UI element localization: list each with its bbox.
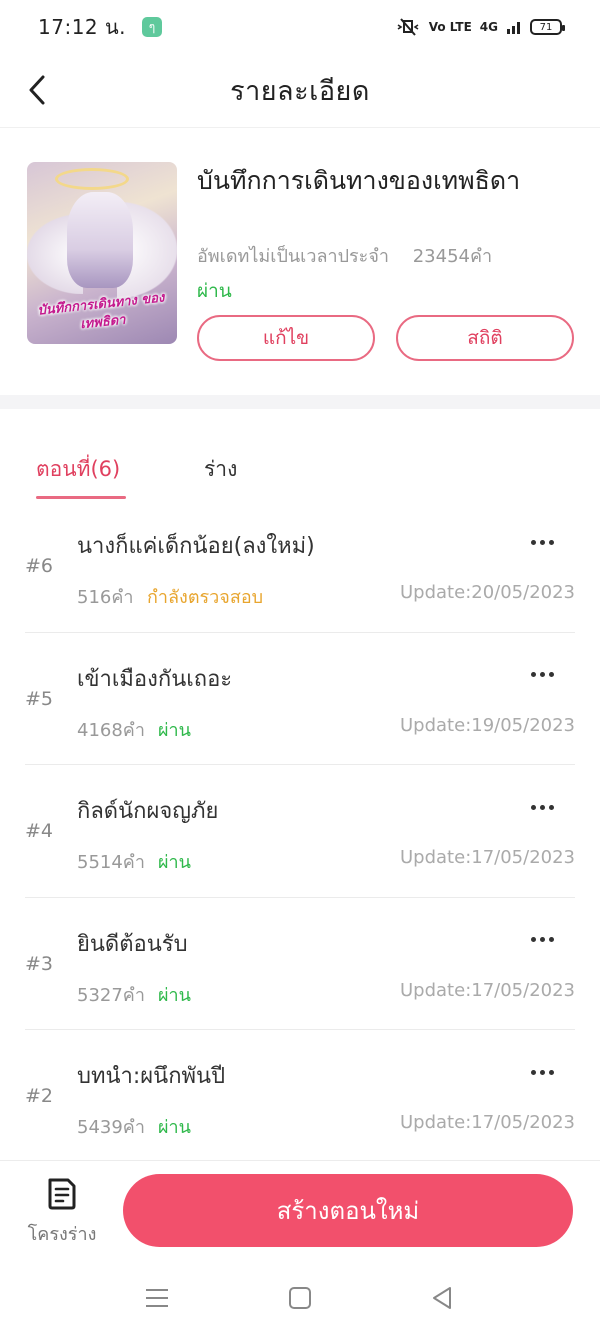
more-options-icon[interactable]: [527, 530, 557, 554]
chapter-number: #6: [25, 555, 54, 577]
section-divider: [0, 395, 600, 409]
chevron-left-icon: [29, 75, 45, 105]
list-item[interactable]: #2 บทนำ:ผนึกพันปี 5439คำ ผ่าน Update:17/…: [25, 1030, 575, 1163]
tab-chapters[interactable]: ตอนที่(6): [36, 453, 120, 486]
document-icon: [48, 1178, 76, 1210]
update-schedule: อัพเดทไม่เป็นเวลาประจำ: [197, 246, 389, 267]
outline-button[interactable]: โครงร่าง: [26, 1177, 98, 1251]
list-item[interactable]: #6 นางก็แค่เด็กน้อย(ลงใหม่) 516คำ กำลังต…: [25, 500, 575, 633]
chapter-title: ยินดีต้อนรับ: [77, 931, 188, 957]
chapter-update-date: Update:20/05/2023: [400, 582, 575, 603]
outline-label: โครงร่าง: [27, 1224, 97, 1245]
list-item[interactable]: #4 กิลด์นักผจญภัย 5514คำ ผ่าน Update:17/…: [25, 765, 575, 898]
chapter-word-count: 5327คำ: [77, 984, 145, 1006]
stats-button[interactable]: สถิติ: [396, 315, 574, 361]
chapter-update-date: Update:17/05/2023: [400, 1112, 575, 1133]
page-title: รายละเอียด: [230, 76, 370, 107]
bottom-bar: โครงร่าง สร้างตอนใหม่: [0, 1160, 600, 1262]
tab-drafts[interactable]: ร่าง: [204, 453, 237, 486]
book-title: บันทึกการเดินทางของเทพธิดา: [197, 166, 521, 195]
chapter-list: #6 นางก็แค่เด็กน้อย(ลงใหม่) 516คำ กำลังต…: [0, 500, 600, 1163]
back-triangle-icon[interactable]: [428, 1284, 458, 1312]
chapter-title: เข้าเมืองกันเถอะ: [77, 666, 233, 692]
chapter-status: ผ่าน: [158, 1117, 191, 1138]
chapter-word-count: 516คำ: [77, 587, 134, 608]
signal-icon: [507, 22, 520, 34]
chapter-update-date: Update:17/05/2023: [400, 979, 575, 1001]
more-options-icon[interactable]: [527, 1060, 557, 1084]
chapter-word-count: 5439คำ: [77, 1117, 145, 1138]
status-indicators: Vo LTE 4G 71: [395, 17, 565, 37]
volte-indicator: Vo LTE: [428, 20, 472, 34]
list-item[interactable]: #3 ยินดีต้อนรับ 5327คำ ผ่าน Update:17/05…: [25, 898, 575, 1030]
more-options-icon[interactable]: [527, 663, 557, 687]
tab-active-indicator: [36, 496, 126, 499]
system-navigation-bar: [0, 1262, 600, 1333]
chapter-number: #5: [25, 687, 54, 710]
create-chapter-button[interactable]: สร้างตอนใหม่: [123, 1174, 573, 1247]
header: รายละเอียด: [0, 54, 600, 128]
cover-art-figure: [67, 192, 133, 288]
chapter-status: ผ่าน: [158, 984, 191, 1006]
chapter-word-count: 5514คำ: [77, 852, 145, 873]
status-bar: 17:12 น. ๆ Vo LTE 4G 71: [0, 0, 600, 54]
more-options-icon[interactable]: [527, 795, 557, 819]
book-info: บันทึกการเดินทาง ของเทพธิดา บันทึกการเดิ…: [0, 128, 600, 395]
network-type: 4G: [479, 20, 498, 34]
cover-art-halo: [55, 168, 129, 190]
chapter-update-date: Update:17/05/2023: [400, 847, 575, 868]
more-options-icon[interactable]: [527, 928, 557, 952]
tabs: ตอนที่(6) ร่าง: [0, 409, 600, 501]
back-button[interactable]: [22, 72, 52, 108]
app-notification-icon: ๆ: [142, 17, 163, 37]
cover-title: บันทึกการเดินทาง ของเทพธิดา: [36, 290, 166, 333]
chapter-status: ผ่าน: [158, 719, 191, 741]
book-meta: อัพเดทไม่เป็นเวลาประจำ 23454คำ: [197, 241, 492, 270]
mute-vibrate-icon: [397, 18, 419, 36]
home-icon[interactable]: [285, 1284, 315, 1312]
chapter-number: #3: [25, 952, 54, 975]
chapter-number: #2: [25, 1085, 54, 1107]
chapter-title: บทนำ:ผนึกพันปี: [77, 1064, 226, 1089]
chapter-word-count: 4168คำ: [77, 719, 145, 741]
status-time: 17:12 น.: [38, 15, 127, 39]
battery-icon: 71: [530, 19, 565, 35]
chapter-status: กำลังตรวจสอบ: [147, 587, 264, 608]
edit-button[interactable]: แก้ไข: [197, 315, 375, 361]
chapter-status: ผ่าน: [158, 852, 191, 873]
menu-icon[interactable]: [142, 1284, 172, 1312]
book-cover[interactable]: บันทึกการเดินทาง ของเทพธิดา: [27, 162, 177, 344]
chapter-title: นางก็แค่เด็กน้อย(ลงใหม่): [77, 534, 315, 559]
chapter-number: #4: [25, 820, 54, 842]
book-status: ผ่าน: [197, 280, 232, 302]
chapter-update-date: Update:19/05/2023: [400, 714, 575, 736]
word-count: 23454คำ: [412, 246, 493, 267]
chapter-title: กิลด์นักผจญภัย: [77, 799, 219, 824]
list-item[interactable]: #5 เข้าเมืองกันเถอะ 4168คำ ผ่าน Update:1…: [25, 633, 575, 765]
